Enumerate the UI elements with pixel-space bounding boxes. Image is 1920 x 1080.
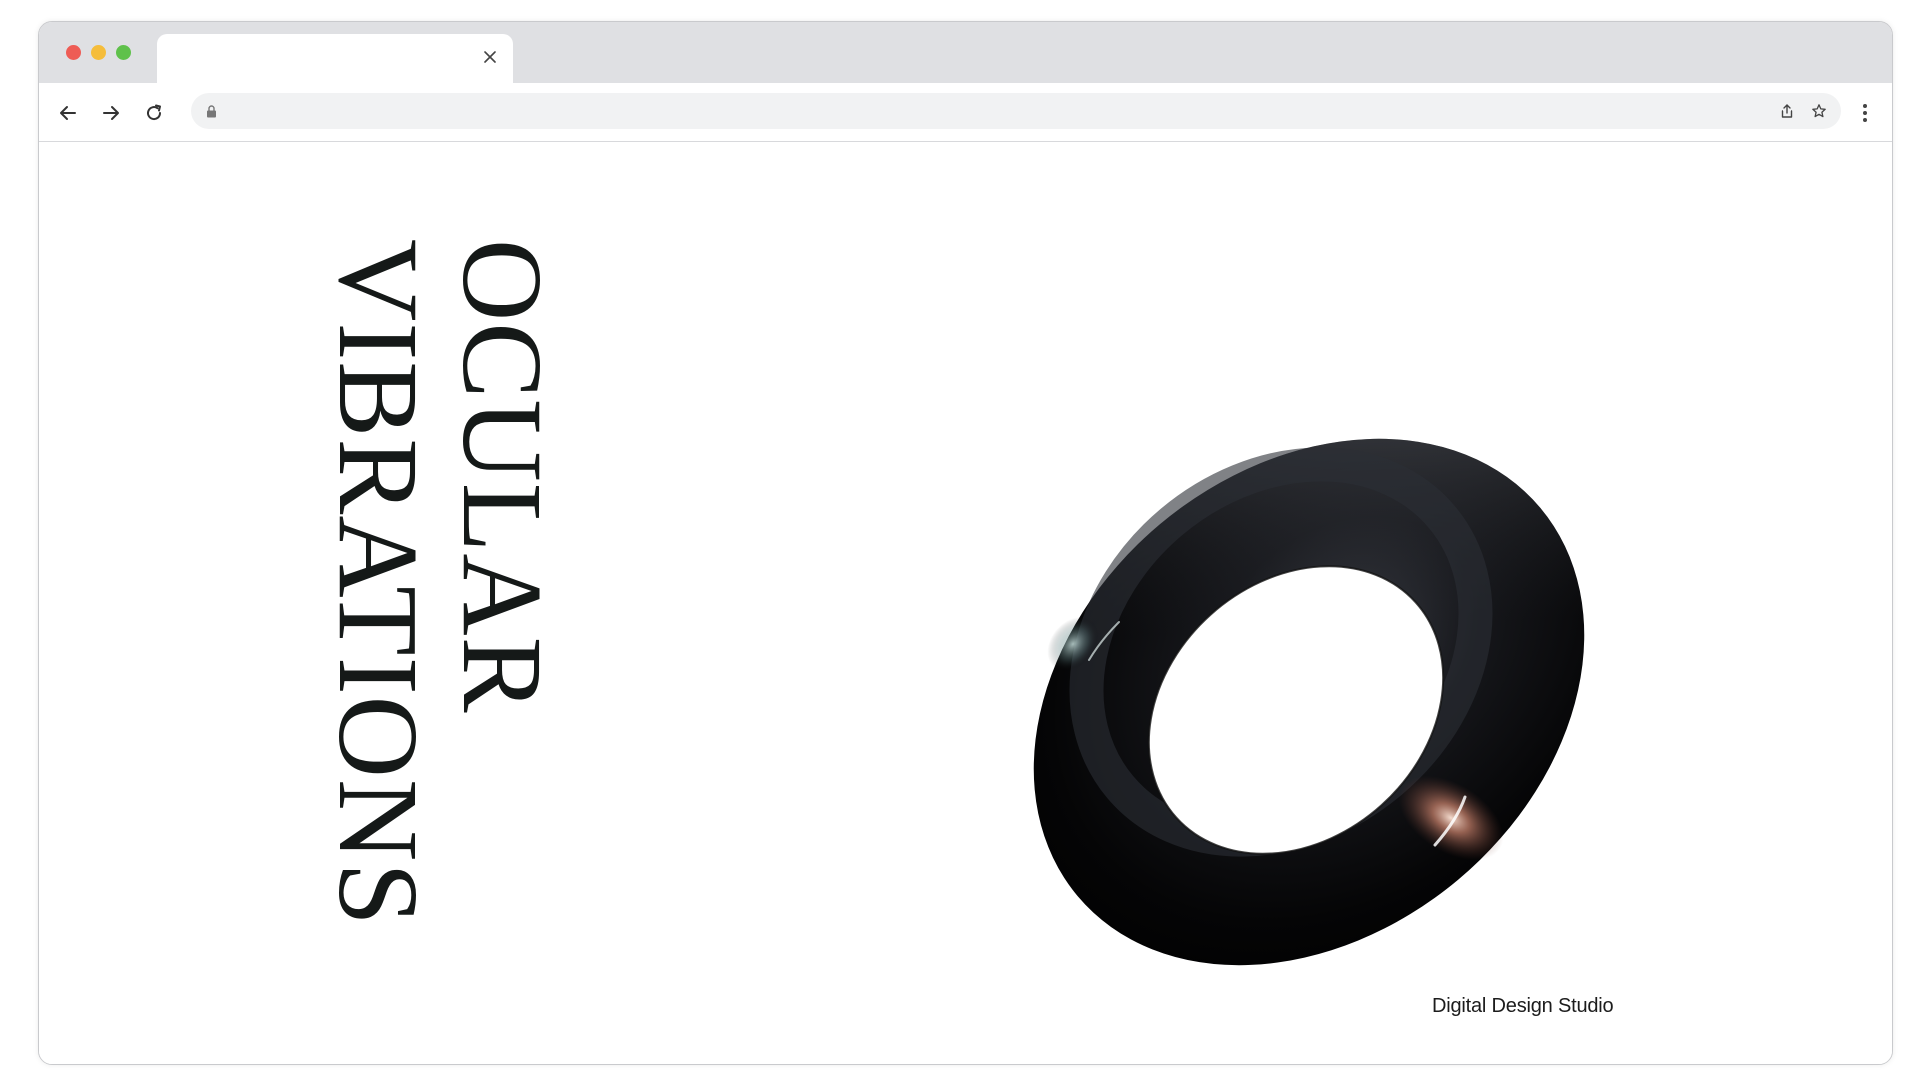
- close-icon[interactable]: [479, 46, 501, 68]
- browser-toolbar: [39, 83, 1892, 142]
- star-icon[interactable]: [1809, 101, 1829, 121]
- browser-window: OCULAR VIBRATIONS Digital Design Studio: [38, 21, 1893, 1065]
- browser-tab[interactable]: [157, 34, 513, 83]
- kebab-menu-icon[interactable]: [1855, 101, 1875, 125]
- browser-titlebar: [39, 22, 1892, 83]
- arrow-right-icon[interactable]: [97, 99, 125, 127]
- arrow-left-icon[interactable]: [54, 99, 82, 127]
- title-line-vibrations: VIBRATIONS: [315, 239, 442, 927]
- maximize-window-button[interactable]: [116, 45, 131, 60]
- page-content: OCULAR VIBRATIONS Digital Design Studio: [39, 142, 1892, 1064]
- close-window-button[interactable]: [66, 45, 81, 60]
- lock-icon[interactable]: [204, 104, 218, 118]
- address-bar[interactable]: [191, 93, 1841, 129]
- studio-tagline: Digital Design Studio: [1432, 995, 1614, 1017]
- minimize-window-button[interactable]: [91, 45, 106, 60]
- reload-icon[interactable]: [140, 99, 168, 127]
- share-icon[interactable]: [1777, 101, 1797, 121]
- torus-3d-image: [1033, 438, 1585, 966]
- title-line-ocular: OCULAR: [439, 239, 566, 714]
